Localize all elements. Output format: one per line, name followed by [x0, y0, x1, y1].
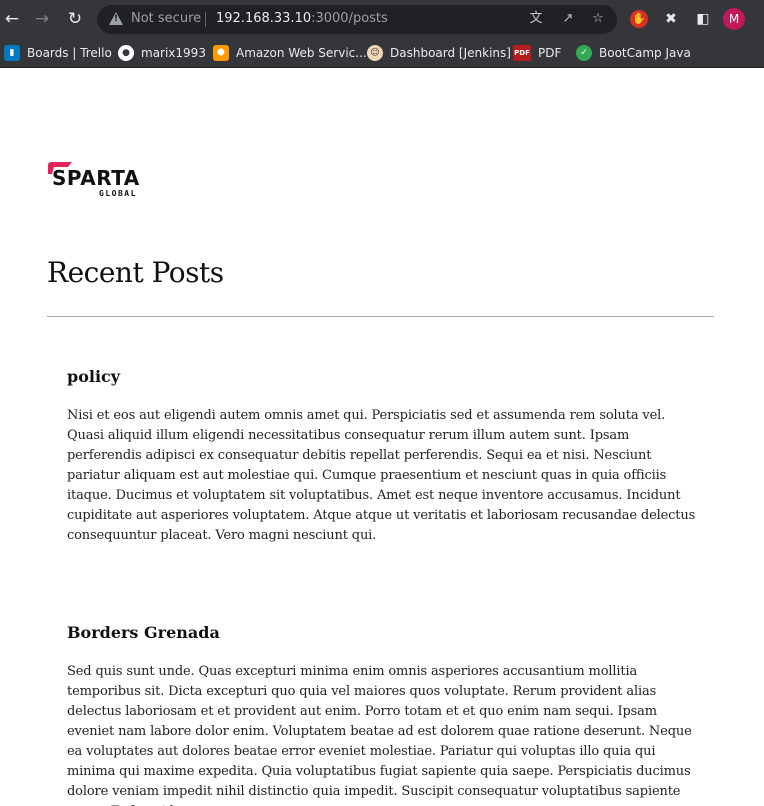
bookmark-label: BootCamp Java [599, 46, 691, 60]
warning-icon[interactable] [109, 12, 123, 25]
trello-icon: ▮ [4, 45, 20, 61]
translate-icon[interactable]: 文 [527, 10, 545, 28]
bookmarks-bar: ▮ Boards | Trello ● marix1993 ⬢ Amazon W… [0, 38, 764, 68]
aws-icon: ⬢ [213, 45, 229, 61]
address-bar[interactable]: Not secure 192.168.33.10:3000/posts 文 ↗ … [97, 5, 617, 34]
security-label[interactable]: Not secure [131, 11, 201, 26]
bookmark-label: Amazon Web Servic... [236, 46, 367, 60]
post-body: Sed quis sunt unde. Quas excepturi minim… [67, 664, 692, 806]
adblock-icon[interactable]: ✋ [630, 10, 648, 28]
post-title: Borders Grenada [67, 623, 220, 642]
jenkins-icon: ☺ [367, 45, 383, 61]
pdf-icon: PDF [513, 45, 531, 61]
url-path: :3000/posts [311, 11, 388, 26]
github-icon: ● [118, 45, 134, 61]
logo-sub: GLOBAL [99, 189, 137, 198]
bookmark-github[interactable]: ● marix1993 [118, 38, 206, 68]
address-separator [205, 12, 206, 27]
bookmark-aws[interactable]: ⬢ Amazon Web Servic... [213, 38, 367, 68]
sparta-global-logo[interactable]: SPARTA GLOBAL [46, 160, 156, 200]
logo-word: SPARTA [52, 166, 140, 190]
bootcamp-icon: ✓ [576, 45, 592, 61]
side-panel-icon[interactable]: ◧ [693, 9, 713, 29]
bookmark-jenkins[interactable]: ☺ Dashboard [Jenkins] [367, 38, 511, 68]
post-body: Nisi et eos aut eligendi autem omnis ame… [67, 408, 696, 543]
forward-arrow-icon[interactable]: → [32, 9, 52, 29]
reload-icon[interactable]: ↻ [65, 9, 85, 29]
page-title: Recent Posts [47, 256, 224, 289]
browser-toolbar: ← → ↻ Not secure 192.168.33.10:3000/post… [0, 0, 764, 38]
bookmark-bootcamp[interactable]: ✓ BootCamp Java [576, 38, 691, 68]
share-icon[interactable]: ↗ [559, 10, 577, 28]
url-text[interactable]: 192.168.33.10:3000/posts [216, 11, 388, 26]
bookmark-label: Boards | Trello [27, 46, 112, 60]
bookmark-trello[interactable]: ▮ Boards | Trello [4, 38, 112, 68]
bookmark-star-icon[interactable]: ☆ [589, 10, 607, 28]
title-divider [47, 316, 714, 317]
bookmark-label: PDF [538, 46, 562, 60]
post-title: policy [67, 367, 121, 386]
bookmark-label: Dashboard [Jenkins] [390, 46, 511, 60]
logo-mark-icon: SPARTA GLOBAL [48, 162, 140, 198]
profile-avatar[interactable]: M [723, 8, 745, 30]
url-host: 192.168.33.10 [216, 11, 312, 26]
extensions-puzzle-icon[interactable]: ✖ [661, 9, 681, 29]
bookmark-pdf[interactable]: PDF PDF [513, 38, 561, 68]
back-arrow-icon[interactable]: ← [2, 9, 22, 29]
bookmark-label: marix1993 [141, 46, 206, 60]
